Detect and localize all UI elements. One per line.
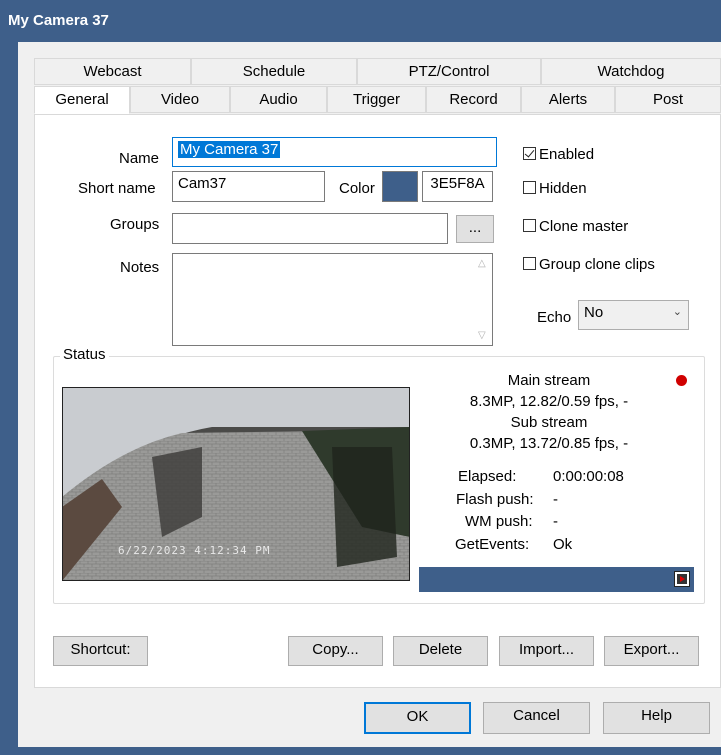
name-input[interactable]: My Camera 37 [172,137,497,167]
delete-button[interactable]: Delete [393,636,488,666]
groups-browse-button[interactable]: ... [456,215,494,243]
shortcut-button[interactable]: Shortcut: [53,636,148,666]
wm-push-value: - [553,513,558,530]
short-name-input[interactable]: Cam37 [172,171,325,202]
getevents-label: GetEvents: [455,536,530,553]
group-clone-clips-checkbox[interactable]: Group clone clips [523,256,655,273]
checkbox-unchecked-icon [523,219,536,232]
echo-value: No [584,304,604,321]
window-title: My Camera 37 [8,12,109,29]
tab-watchdog[interactable]: Watchdog [541,58,721,85]
tab-trigger[interactable]: Trigger [327,86,426,113]
main-stream-label: Main stream [507,372,591,389]
stream-progress-bar [419,567,694,592]
camera-properties-window: My Camera 37 Webcast Schedule PTZ/Contro… [0,0,721,755]
chevron-down-icon: ⌄ [672,306,682,318]
export-button[interactable]: Export... [604,636,699,666]
color-swatch-button[interactable] [382,171,418,202]
name-input-value: My Camera 37 [178,141,281,158]
main-stream-value: 8.3MP, 12.82/0.59 fps, - [469,393,629,410]
checkbox-unchecked-icon [523,257,536,270]
import-button[interactable]: Import... [499,636,594,666]
checkbox-unchecked-icon [523,181,536,194]
help-button[interactable]: Help [603,702,710,734]
flash-push-value: - [553,491,558,508]
getevents-value: Ok [553,536,573,553]
tab-webcast[interactable]: Webcast [34,58,191,85]
stream-info: Main stream 8.3MP, 12.82/0.59 fps, - Sub… [418,370,680,454]
tab-video[interactable]: Video [130,86,230,113]
dialog-client-area: Webcast Schedule PTZ/Control Watchdog Ge… [18,42,721,747]
enabled-label: Enabled [539,146,595,163]
notes-label: Notes [120,259,160,276]
camera-preview-image[interactable]: 6/22/2023 4:12:34 PM [62,387,410,581]
flash-push-label: Flash push: [456,491,534,508]
enabled-checkbox[interactable]: Enabled [523,146,594,163]
tab-ptz-control[interactable]: PTZ/Control [357,58,541,85]
status-group-label: Status [60,346,109,363]
name-label: Name [119,150,160,167]
color-hex-input[interactable]: 3E5F8A [422,171,493,202]
wm-push-label: WM push: [465,513,533,530]
copy-button[interactable]: Copy... [288,636,383,666]
timestamp-overlay: 6/22/2023 4:12:34 PM [118,544,271,557]
tab-schedule[interactable]: Schedule [191,58,357,85]
sub-stream-value: 0.3MP, 13.72/0.85 fps, - [469,435,629,452]
hidden-checkbox[interactable]: Hidden [523,180,587,197]
echo-label: Echo [537,309,572,326]
elapsed-label: Elapsed: [458,468,517,485]
tab-alerts[interactable]: Alerts [521,86,615,113]
recording-indicator-icon [676,375,687,386]
group-clone-clips-label: Group clone clips [539,256,655,273]
short-name-label: Short name [78,180,156,197]
tab-general[interactable]: General [34,86,130,114]
clone-master-checkbox[interactable]: Clone master [523,218,628,235]
clip-icon[interactable] [674,571,690,587]
scroll-up-icon[interactable]: △ [478,258,486,269]
sub-stream-label: Sub stream [510,414,588,431]
color-label: Color [339,180,375,197]
notes-textarea[interactable]: △ ▽ [172,253,493,346]
cancel-button[interactable]: Cancel [483,702,590,734]
hidden-label: Hidden [539,180,587,197]
notes-scrollbar[interactable]: △ ▽ [474,254,492,345]
echo-select[interactable]: No ⌄ [578,300,689,330]
tab-audio[interactable]: Audio [230,86,327,113]
elapsed-value: 0:00:00:08 [553,468,624,485]
checkbox-checked-icon [523,147,536,160]
clone-master-label: Clone master [539,218,629,235]
ok-button[interactable]: OK [364,702,471,734]
groups-input[interactable] [172,213,448,244]
title-bar[interactable]: My Camera 37 [0,0,721,42]
scroll-down-icon[interactable]: ▽ [478,330,486,341]
groups-label: Groups [110,216,160,233]
tab-record[interactable]: Record [426,86,521,113]
tab-post[interactable]: Post [615,86,721,113]
